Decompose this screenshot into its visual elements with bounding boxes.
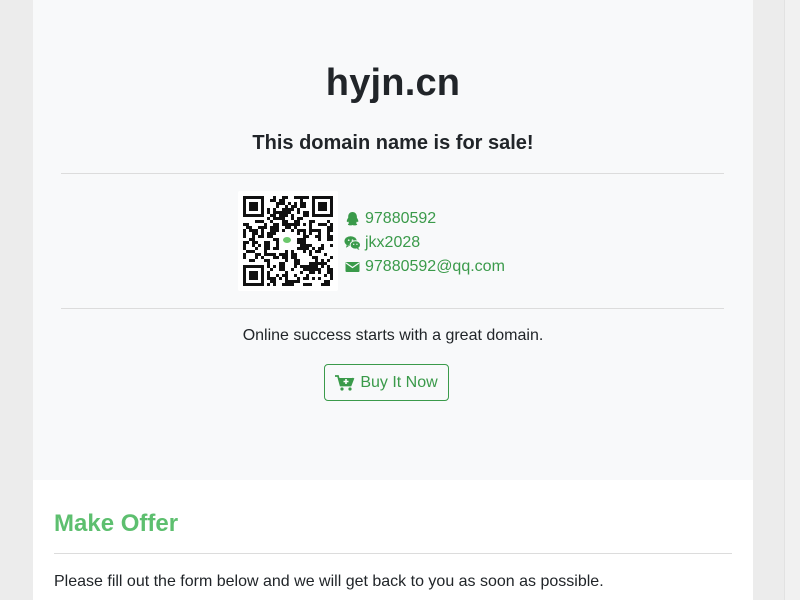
envelope-icon xyxy=(345,262,360,272)
wechat-contact-link[interactable]: jkx2028 xyxy=(344,231,584,255)
buy-it-now-button[interactable]: Buy It Now xyxy=(324,364,449,401)
qq-contact-link[interactable]: 97880592 xyxy=(344,207,584,231)
wechat-id: jkx2028 xyxy=(365,234,421,251)
page: hyjn.cn This domain name is for sale! 97… xyxy=(33,0,753,600)
scrollbar[interactable] xyxy=(784,0,800,600)
make-offer-section: Make Offer Please fill out the form belo… xyxy=(33,480,753,600)
domain-title: hyjn.cn xyxy=(325,62,461,104)
email-contact-link[interactable]: 97880592@qq.com xyxy=(344,255,584,279)
divider xyxy=(61,173,724,174)
make-offer-title: Make Offer xyxy=(54,510,179,537)
tagline: Online success starts with a great domai… xyxy=(242,327,544,344)
qr-code-icon xyxy=(243,196,333,286)
hero-section: hyjn.cn This domain name is for sale! 97… xyxy=(33,0,753,480)
cart-plus-icon xyxy=(335,374,355,391)
wechat-icon xyxy=(344,236,361,250)
wechat-qr-code xyxy=(238,191,338,291)
qq-icon xyxy=(346,212,359,226)
qq-number: 97880592 xyxy=(365,210,437,227)
buy-button-label: Buy It Now xyxy=(360,373,438,391)
sale-subtitle: This domain name is for sale! xyxy=(252,132,534,154)
divider xyxy=(61,308,724,309)
contact-lines: 97880592 jkx2028 97880592@qq.com xyxy=(344,207,584,279)
make-offer-description: Please fill out the form below and we wi… xyxy=(54,573,604,590)
email-address: 97880592@qq.com xyxy=(365,258,505,275)
divider xyxy=(54,553,732,554)
